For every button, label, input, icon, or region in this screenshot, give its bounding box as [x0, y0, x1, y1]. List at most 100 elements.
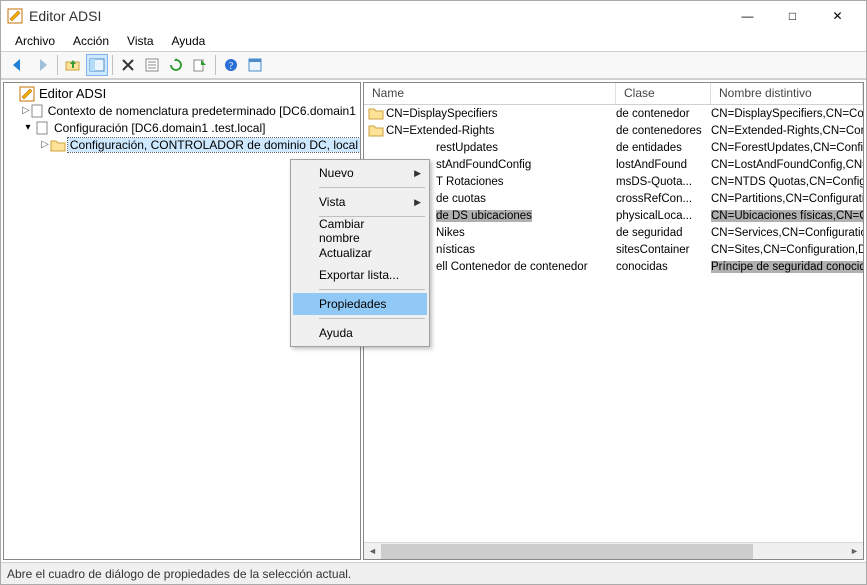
window-title: Editor ADSI: [29, 8, 725, 24]
options-button[interactable]: [244, 54, 266, 76]
show-tree-button[interactable]: [86, 54, 108, 76]
ctx-actualizar[interactable]: Actualizar: [293, 242, 427, 264]
tree-collapse-icon[interactable]: ▾: [22, 122, 34, 133]
ctx-separator: [319, 318, 425, 319]
ctx-label: Ayuda: [319, 326, 353, 340]
cell-name: de cuotas: [436, 193, 486, 205]
cell-dn: CN=Extended-Rights,CN=Config: [711, 125, 863, 137]
delete-button[interactable]: [117, 54, 139, 76]
ctx-ayuda[interactable]: Ayuda: [293, 322, 427, 344]
tree-node-configuration[interactable]: ▾ Configuración [DC6.domain1 .test.local…: [4, 119, 360, 136]
tree-root-node[interactable]: Editor ADSI: [4, 85, 360, 102]
toolbar: ?: [1, 51, 866, 79]
up-folder-button[interactable]: [62, 54, 84, 76]
toolbar-separator: [215, 55, 216, 75]
column-header-name[interactable]: Name: [364, 83, 616, 104]
menubar: Archivo Acción Vista Ayuda: [1, 31, 866, 51]
ctx-separator: [319, 289, 425, 290]
tree-root-label: Editor ADSI: [37, 86, 108, 101]
menu-ayuda[interactable]: Ayuda: [164, 32, 214, 50]
back-button[interactable]: [7, 54, 29, 76]
minimize-button[interactable]: —: [725, 2, 770, 30]
cell-dn: CN=ForestUpdates,CN=Configu: [711, 142, 863, 154]
cell-name: T Rotaciones: [436, 176, 504, 188]
tree-node-label: Configuración [DC6.domain1 .test.local]: [52, 121, 267, 135]
scroll-track[interactable]: [381, 544, 846, 559]
menu-vista[interactable]: Vista: [119, 32, 161, 50]
export-button[interactable]: [189, 54, 211, 76]
column-header-dn[interactable]: Nombre distintivo: [711, 83, 863, 104]
help-button[interactable]: ?: [220, 54, 242, 76]
list-row[interactable]: restUpdates de entidades CN=ForestUpdate…: [364, 139, 863, 156]
cell-clase: de entidades: [616, 142, 682, 154]
forward-button[interactable]: [31, 54, 53, 76]
scroll-left-button[interactable]: ◄: [364, 544, 381, 559]
document-icon: [34, 120, 50, 136]
cell-clase: sitesContainer: [616, 244, 690, 256]
cell-name: CN=DisplaySpecifiers: [386, 108, 498, 120]
adsi-icon: [19, 86, 35, 102]
submenu-arrow-icon: ▶: [414, 197, 421, 208]
cell-clase: de contenedor: [616, 108, 690, 120]
main-split: Editor ADSI ▷ Contexto de nomenclatura p…: [1, 79, 866, 562]
cell-name: CN=Extended-Rights: [386, 125, 494, 137]
cell-dn: CN=Sites,CN=Configuration,DC: [711, 244, 863, 256]
maximize-button[interactable]: □: [770, 2, 815, 30]
list-row[interactable]: nísticas sitesContainer CN=Sites,CN=Conf…: [364, 241, 863, 258]
cell-name: Nikes: [436, 227, 465, 239]
tree-node-naming-context[interactable]: ▷ Contexto de nomenclatura predeterminad…: [4, 102, 360, 119]
cell-clase: de seguridad: [616, 227, 683, 239]
list-row[interactable]: ell Contenedor de contenedor conocidas P…: [364, 258, 863, 275]
folder-icon: [368, 106, 384, 122]
folder-icon: [368, 123, 384, 139]
ctx-propiedades[interactable]: Propiedades: [293, 293, 427, 315]
menu-accion[interactable]: Acción: [65, 32, 117, 50]
column-header-clase[interactable]: Clase: [616, 83, 711, 104]
close-button[interactable]: ✕: [815, 2, 860, 30]
cell-name: ell Contenedor de contenedor: [436, 261, 588, 273]
cell-name: stAndFoundConfig: [436, 159, 531, 171]
toolbar-separator: [112, 55, 113, 75]
list-row[interactable]: Nikes de seguridad CN=Services,CN=Config…: [364, 224, 863, 241]
list-row[interactable]: T Rotaciones msDS-Quota... CN=NTDS Quota…: [364, 173, 863, 190]
cell-dn: CN=Services,CN=Configuration,: [711, 227, 863, 239]
tree-node-configuration-dc[interactable]: ▷ Configuración, CONTROLADOR de dominio …: [4, 136, 360, 153]
list-header: Name Clase Nombre distintivo: [364, 83, 863, 105]
tree-node-label: Contexto de nomenclatura predeterminado …: [46, 104, 361, 118]
ctx-label: Nuevo: [319, 166, 354, 180]
window-controls: — □ ✕: [725, 2, 860, 30]
app-icon: [7, 8, 23, 24]
cell-clase: physicalLoca...: [616, 210, 692, 222]
ctx-exportar-lista[interactable]: Exportar lista...: [293, 264, 427, 286]
horizontal-scrollbar[interactable]: ◄ ►: [364, 542, 863, 559]
cell-clase: conocidas: [616, 261, 668, 273]
cell-name: de DS ubicaciones: [436, 210, 532, 222]
statusbar-text: Abre el cuadro de diálogo de propiedades…: [7, 567, 351, 581]
list-row[interactable]: de cuotas crossRefCon... CN=Partitions,C…: [364, 190, 863, 207]
menu-archivo[interactable]: Archivo: [7, 32, 63, 50]
list-row[interactable]: CN=DisplaySpecifiers de contenedor CN=Di…: [364, 105, 863, 122]
ctx-cambiar-nombre[interactable]: Cambiar nombre: [293, 220, 427, 242]
list-row[interactable]: CN=Extended-Rights de contenedores CN=Ex…: [364, 122, 863, 139]
tree-expand-icon[interactable]: ▷: [22, 105, 30, 116]
list-pane[interactable]: Name Clase Nombre distintivo CN=DisplayS…: [363, 82, 864, 560]
ctx-vista[interactable]: Vista ▶: [293, 191, 427, 213]
ctx-nuevo[interactable]: Nuevo ▶: [293, 162, 427, 184]
cell-clase: msDS-Quota...: [616, 176, 692, 188]
ctx-label: Exportar lista...: [319, 268, 399, 282]
submenu-arrow-icon: ▶: [414, 168, 421, 179]
ctx-label: Actualizar: [319, 246, 372, 260]
scroll-right-button[interactable]: ►: [846, 544, 863, 559]
list-row[interactable]: de DS ubicaciones physicalLoca... CN=Ubi…: [364, 207, 863, 224]
cell-name: nísticas: [436, 244, 475, 256]
ctx-label: Cambiar nombre: [319, 217, 407, 245]
ctx-separator: [319, 187, 425, 188]
scroll-thumb[interactable]: [381, 544, 753, 559]
tree-expand-icon[interactable]: ▷: [40, 139, 50, 150]
list-row[interactable]: stAndFoundConfig lostAndFound CN=LostAnd…: [364, 156, 863, 173]
refresh-button[interactable]: [165, 54, 187, 76]
context-menu: Nuevo ▶ Vista ▶ Cambiar nombre Actualiza…: [290, 159, 430, 347]
ctx-label: Vista: [319, 195, 345, 209]
toolbar-separator: [57, 55, 58, 75]
properties-button[interactable]: [141, 54, 163, 76]
